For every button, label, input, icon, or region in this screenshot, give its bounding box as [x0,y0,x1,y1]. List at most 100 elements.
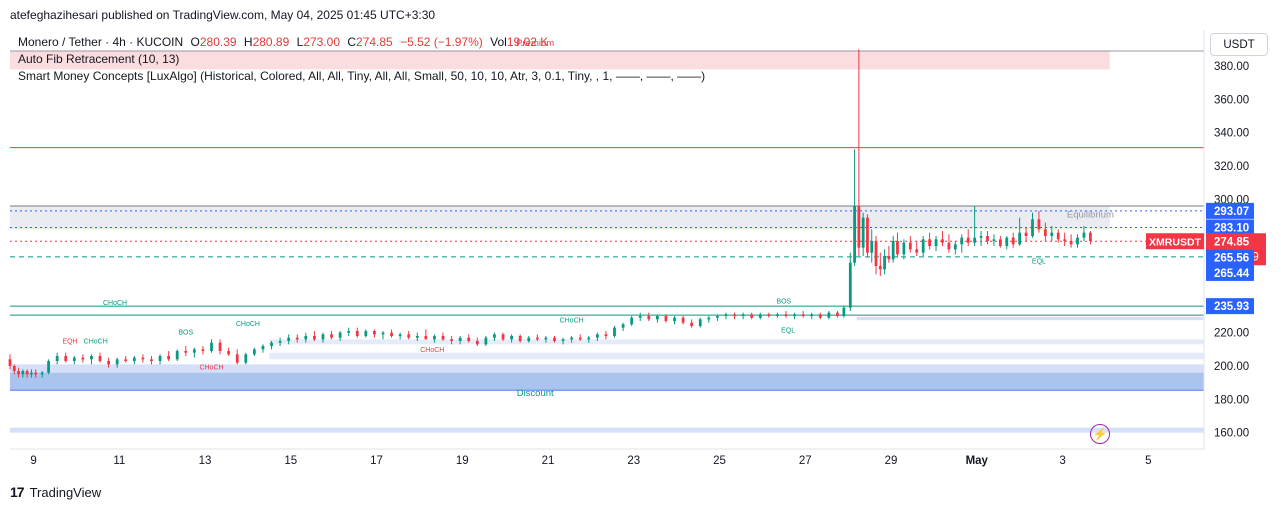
candle-body [192,349,196,353]
candle-body [960,237,964,245]
candle-body [570,337,574,340]
time-tick-label: 21 [542,455,555,467]
candle-body [818,314,822,318]
zones-layer [10,51,1205,433]
candle-body [321,334,325,340]
candle-body [810,314,814,316]
zone-equilibrium [10,206,1110,230]
time-tick-label: 25 [713,455,726,467]
price-tick-label: 380.00 [1214,61,1249,73]
candle-body [887,256,891,260]
candle-body [1076,237,1079,245]
candle-body [630,317,634,325]
symbol-legend[interactable]: Monero / Tether · 4h · KUCOIN O280.39 H2… [18,35,548,49]
lightning-icon[interactable]: ⚡ [1090,424,1110,444]
candle-body [866,217,869,253]
structure-label: CHoCH [560,318,584,325]
price-tag-text: 265.44 [1214,268,1250,280]
candle-body [40,372,44,375]
candle-body [553,337,556,341]
candle-body [561,339,565,341]
candle-body [1005,237,1009,246]
price-tick-label: 220.00 [1214,328,1249,340]
candle-body [458,337,462,341]
candle-body [501,334,505,340]
candle-body [992,239,996,241]
candle-body [966,237,970,243]
time-tick-label: 29 [885,455,898,467]
candle-body [8,359,12,366]
candle-body [613,327,616,336]
candle-body [270,342,273,346]
candle-body [986,236,989,241]
structure-label: CHoCH [103,300,127,307]
close-value: 274.85 [356,35,393,49]
indicator-smc-legend[interactable]: Smart Money Concepts [LuxAlgo] (Historic… [18,69,705,83]
price-tag-text: 274.85 [1214,236,1250,248]
time-tick-label: 13 [199,455,212,467]
candle-body [475,341,479,345]
candle-body [544,337,548,340]
time-tick-label: 11 [113,455,125,467]
time-tick-label: 3 [1059,455,1065,467]
candle-body [767,314,771,316]
candle-body [12,366,16,371]
candle-body [1043,229,1047,236]
candle-body [34,372,38,375]
candle-body [1037,219,1041,230]
candle-body [433,336,436,340]
candle-body [261,346,265,350]
zone-ob4 [10,364,1204,373]
indicator-fib-legend[interactable]: Auto Fib Retracement (10, 13) [18,52,179,66]
structure-label: EQL [1032,259,1046,266]
price-tick-label: 180.00 [1214,394,1249,406]
zone-ob2 [269,339,1205,345]
price-tick-label: 340.00 [1214,128,1249,140]
candle-body [621,324,625,328]
candle-body [527,337,531,341]
candle-body [647,316,651,320]
candle-body [853,206,856,263]
price-tag-text: 265.56 [1214,253,1249,265]
candle-body [150,359,153,361]
candle-body [750,314,754,318]
candle-body [107,361,111,365]
price-tick-label: 320.00 [1214,161,1249,173]
candle-body [355,331,359,336]
candle-body [415,336,419,338]
candle-body [870,241,874,253]
candle-body [64,356,68,361]
candle-body [510,336,514,340]
candle-body [484,337,488,345]
high-value: 280.89 [252,35,290,49]
candle-body [953,244,957,250]
close-label: C [347,35,357,49]
candle-body [1056,232,1060,240]
time-tick-label: 15 [284,455,297,467]
structure-label: CHoCH [84,339,108,346]
candle-body [758,314,762,318]
tradingview-logo-icon: 17 [10,484,25,500]
candle-body [801,314,805,316]
candle-body [47,361,50,373]
candle-body [295,337,299,340]
candle-body [947,242,951,250]
candle-body [81,357,85,360]
candle-body [201,349,205,351]
time-axis: 9 11 13 15 17 19 21 23 25 27 29 May 3 5 [30,455,1151,467]
candle-body [347,331,351,333]
candle-body [664,316,668,321]
price-tick-label: 160.00 [1214,428,1249,440]
candle-body [836,312,839,316]
candle-body [861,217,865,248]
candle-body [896,241,899,255]
zone-label: Equilibrium [1067,210,1114,221]
candle-body [1024,232,1028,236]
time-tick-label: 23 [627,455,640,467]
candle-body [973,237,977,243]
candle-body [304,336,308,340]
zone-ob3 [269,352,1205,360]
candle-body [883,256,886,270]
currency-button[interactable]: USDT [1210,33,1268,56]
candle-body [227,351,231,355]
